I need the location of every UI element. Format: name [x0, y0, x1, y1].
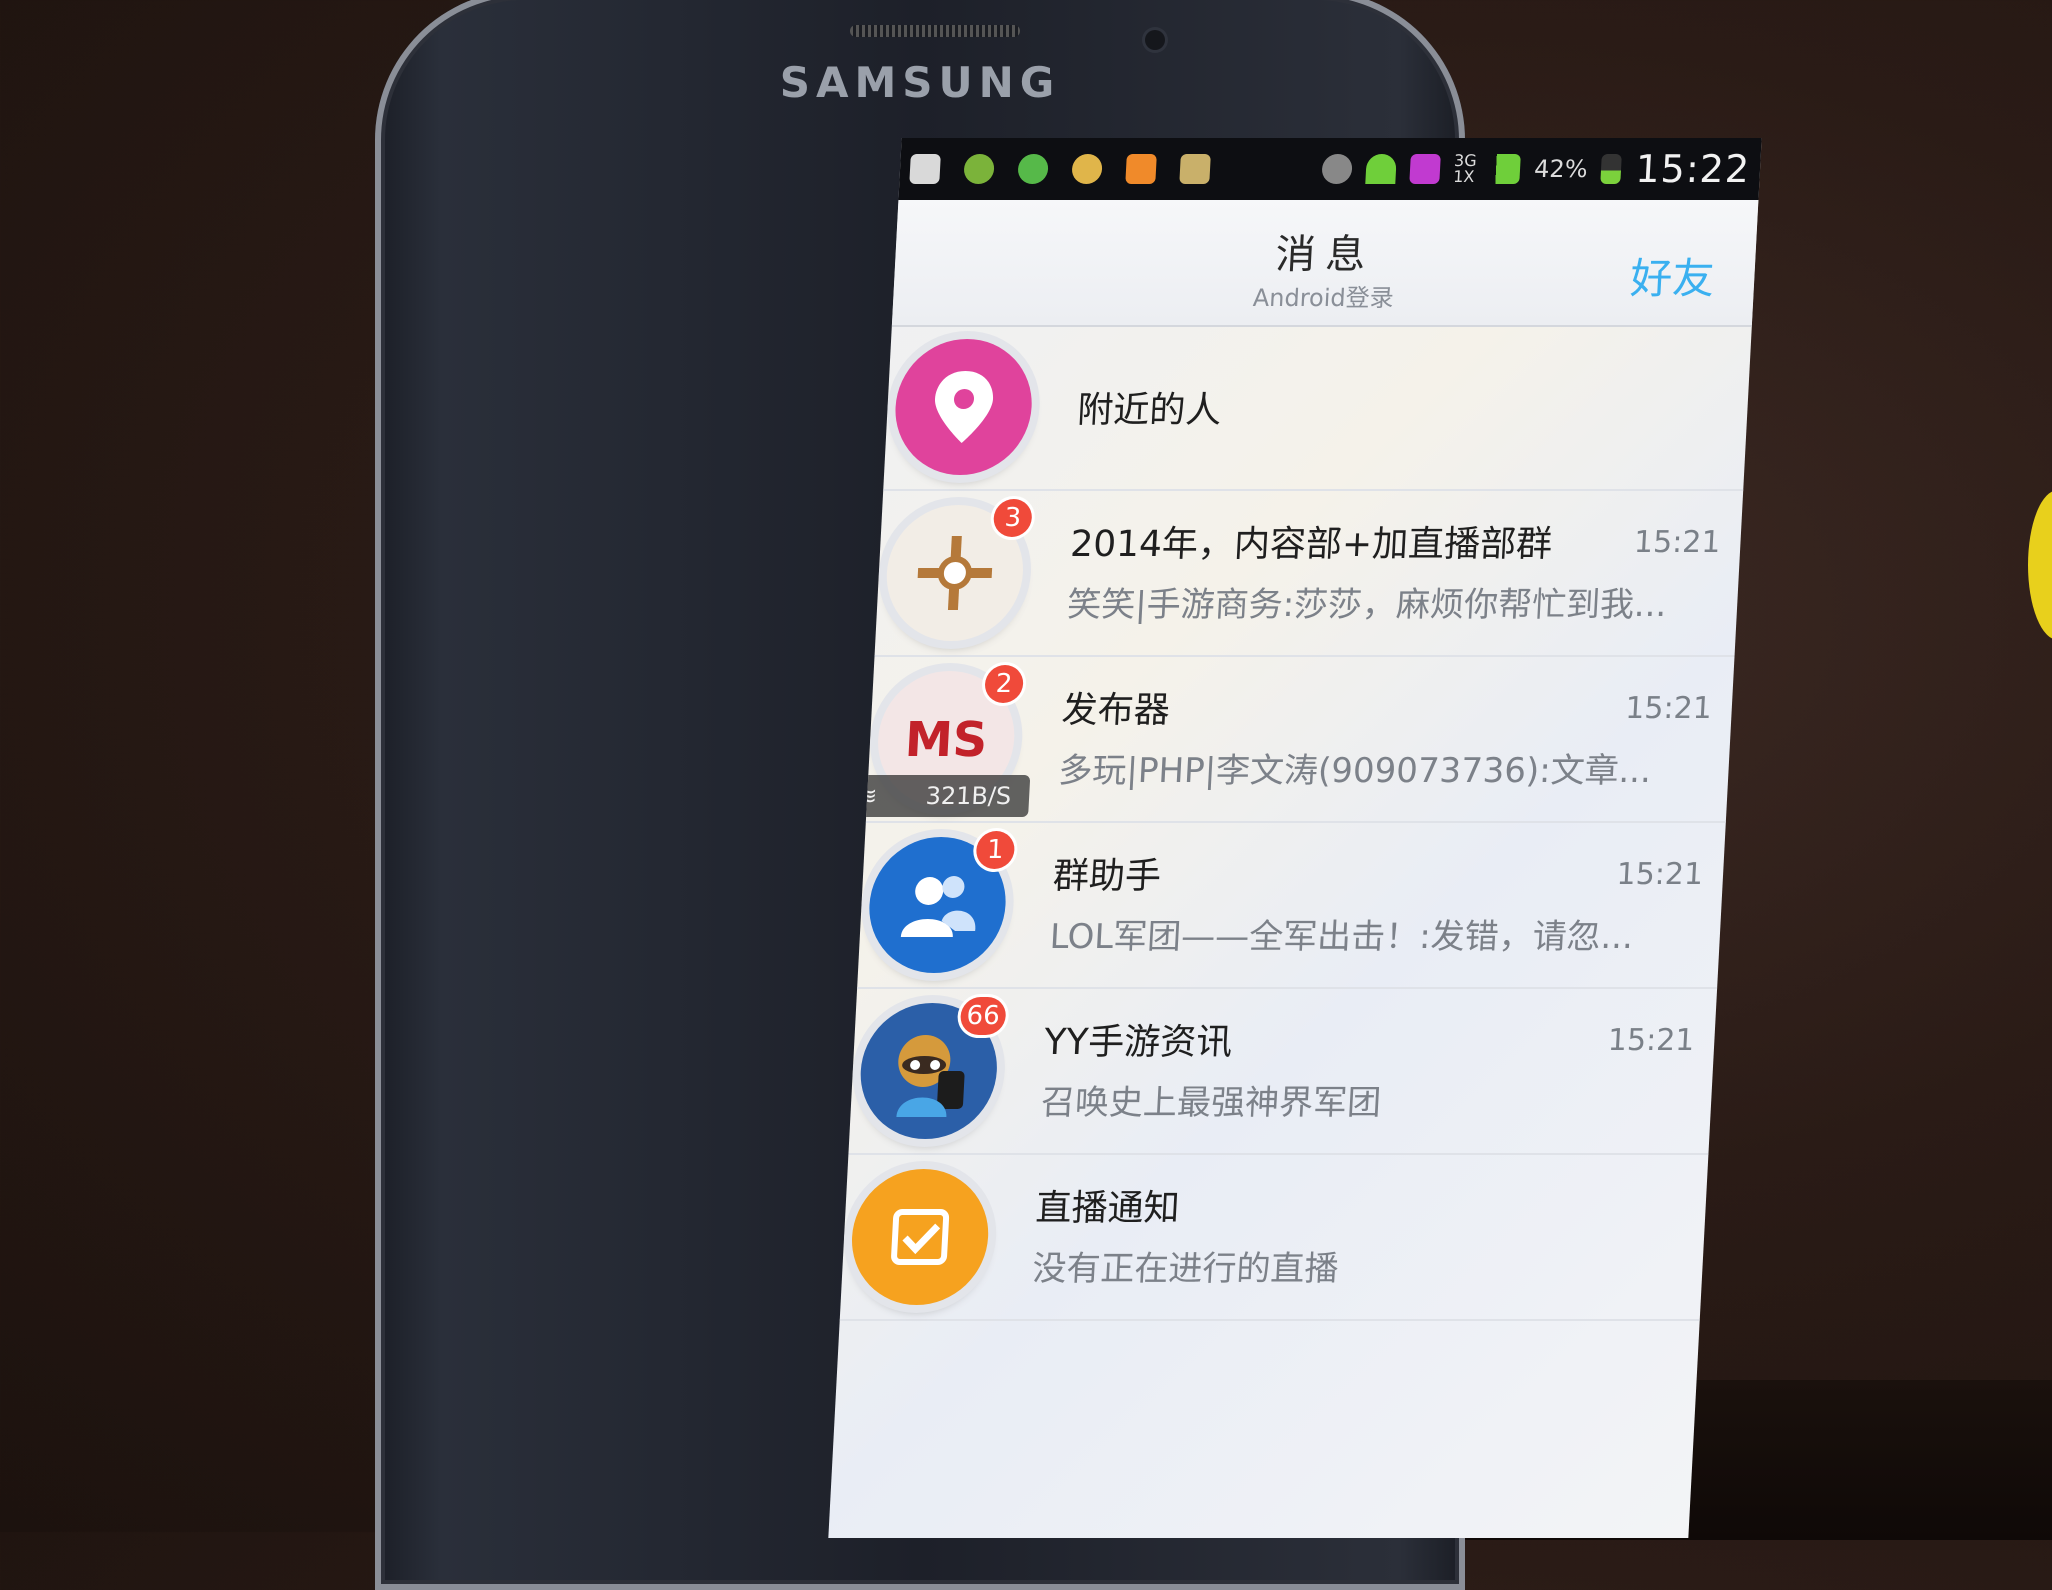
conversation-preview: 多玩|PHP|李文涛(909073736):文章...	[1057, 751, 1653, 791]
weather-icon	[1071, 154, 1103, 184]
conversation-time: 15:21	[1624, 691, 1713, 726]
conversation-name: 2014年，内容部+加直播部群	[1069, 524, 1554, 565]
eye-icon	[1320, 154, 1353, 184]
status-bar: 3G 1X 42% 15:22	[878, 138, 1762, 200]
friends-button[interactable]: 好友	[1629, 245, 1716, 306]
svg-text:MS: MS	[904, 712, 989, 768]
phone-body: SAMSUNG 3G 1X 42% 15:22 消息 Android登录 好友 …	[375, 0, 1762, 1590]
wifi-icon: ≋	[856, 782, 879, 810]
raccoon-mascot-icon: 66	[857, 997, 1007, 1139]
plus-box-icon	[909, 154, 941, 184]
wifi-icon	[1364, 154, 1397, 184]
box-icon	[1179, 154, 1211, 184]
network-speed-overlay: ≋ 321B/S	[838, 775, 1031, 817]
unread-badge: 1	[975, 831, 1016, 869]
conversation-name: 附近的人	[1076, 390, 1223, 431]
conversation-name: YY手游资讯	[1043, 1022, 1234, 1063]
game-icon	[963, 154, 995, 184]
front-camera	[1145, 30, 1165, 50]
conversation-item[interactable]: 66 YY手游资讯 15:21 召唤史上最强神界军团	[848, 989, 1718, 1155]
unread-badge: 66	[959, 997, 1007, 1035]
conversation-item[interactable]: MS 2 ≋ 321B/S 发布器 15:21 多玩|PHP|李文涛(909073…	[838, 657, 1735, 823]
ornament-icon: 3	[883, 499, 1033, 641]
conversation-item[interactable]: 3 2014年，内容部+加直播部群 15:21 笑笑|手游商务:莎莎，麻烦你帮忙…	[874, 491, 1744, 657]
login-status: Android登录	[1252, 284, 1395, 312]
network-type: 3G 1X	[1452, 151, 1478, 186]
status-right: 3G 1X 42% 15:22	[1320, 147, 1751, 191]
conversation-time: 15:21	[1633, 525, 1722, 560]
unread-badge: 3	[992, 499, 1033, 537]
conversation-preview: LOL军团——全军出击！:发错，请忽...	[1048, 917, 1635, 957]
page-title: 消息	[1274, 232, 1377, 278]
conversation-item[interactable]: 直播通知 没有正在进行的直播	[839, 1155, 1709, 1321]
conversation-time: 15:21	[1615, 857, 1705, 892]
conversation-item-nearby[interactable]: 附近的人	[883, 325, 1752, 491]
conversation-preview: 没有正在进行的直播	[1031, 1249, 1340, 1289]
music-icon	[1125, 154, 1157, 184]
app-c-icon	[1408, 154, 1441, 184]
conversation-name: 群助手	[1051, 856, 1163, 897]
location-pin-icon	[892, 339, 1036, 475]
yellow-object	[2028, 490, 2052, 640]
conversation-name: 直播通知	[1034, 1188, 1181, 1229]
conversation-name: 发布器	[1060, 690, 1171, 731]
signal-icon	[1489, 154, 1521, 184]
earpiece-speaker	[850, 25, 1020, 37]
conversation-time: 15:21	[1607, 1023, 1696, 1058]
brand-logo: SAMSUNG	[779, 58, 1061, 107]
conversation-preview: 笑笑|手游商务:莎莎，麻烦你帮忙到我...	[1066, 585, 1668, 625]
conversation-list: 附近的人 3 2014年，内容部+加直播部群 15:21 笑笑|手游商务:莎莎，…	[838, 325, 1752, 1321]
wechat-icon	[1017, 154, 1049, 184]
messages-header: 消息 Android登录 好友	[891, 200, 1759, 327]
status-clock: 15:22	[1634, 147, 1752, 191]
battery-icon	[1600, 154, 1623, 184]
unread-badge: 2	[984, 665, 1025, 703]
notification-icons	[909, 154, 1322, 184]
battery-percent: 42%	[1533, 155, 1589, 183]
conversation-preview: 召唤史上最强神界军团	[1040, 1083, 1383, 1123]
group-users-icon: 1	[865, 831, 1016, 973]
checkbox-icon	[848, 1169, 992, 1305]
network-speed: 321B/S	[924, 782, 1012, 810]
phone-screen: 3G 1X 42% 15:22 消息 Android登录 好友 附近的人 3 2…	[828, 138, 1762, 1538]
conversation-item[interactable]: 1 群助手 15:21 LOL军团——全军出击！:发错，请忽...	[857, 823, 1726, 989]
